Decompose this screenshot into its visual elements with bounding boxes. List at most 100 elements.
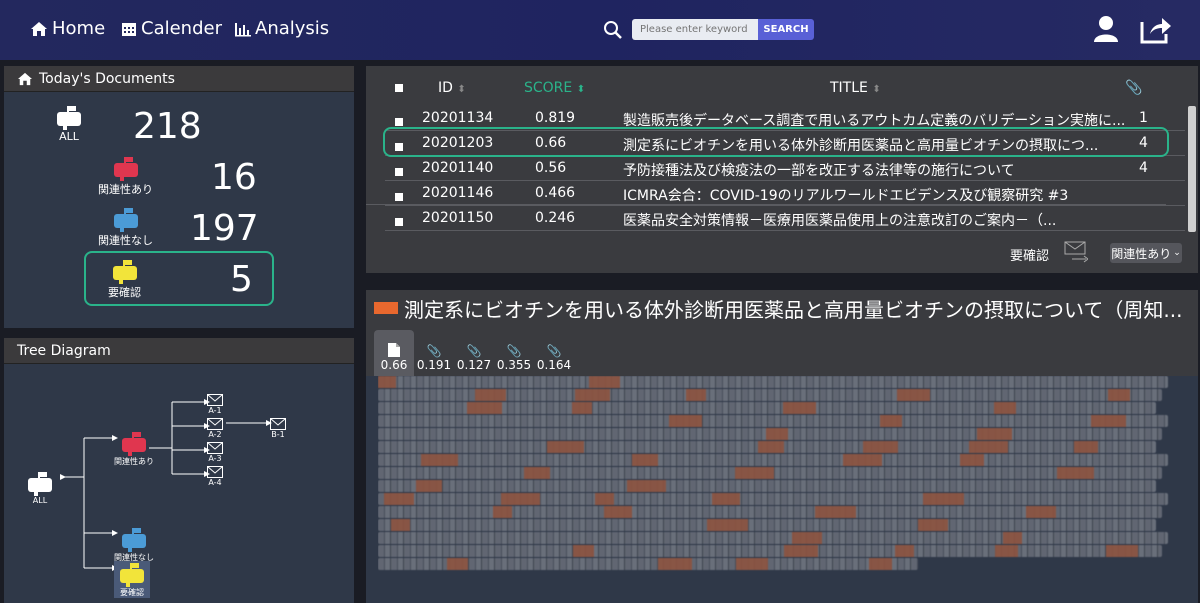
related-docs[interactable]: 関連性あり [98, 155, 153, 197]
cell-score: 0.819 [535, 110, 576, 126]
tab-attachment-1[interactable]: 📎 0.191 [414, 330, 454, 376]
nav-home-label: Home [52, 18, 106, 39]
cell-title: 医薬品安全対策情報－医療用医薬品使用上の注意改訂のご案内－（... [623, 213, 1057, 229]
tree-node-a2[interactable]: A-2 [207, 418, 223, 439]
table-row[interactable]: 20201140 0.56 予防接種法及び検疫法の一部を改正する法律等の施行について… [385, 156, 1185, 181]
keyword-highlight [595, 493, 614, 505]
move-mail-icon[interactable] [1064, 240, 1088, 264]
tab-attachment-3[interactable]: 📎 0.355 [494, 330, 534, 376]
keyword-highlight [1091, 415, 1126, 427]
cell-id: 20201146 [422, 185, 494, 201]
tree-node-a3[interactable]: A-3 [207, 442, 223, 463]
check-docs[interactable]: 要確認 [108, 258, 141, 300]
tab-attachment-2[interactable]: 📎 0.127 [454, 330, 494, 376]
user-icon[interactable] [1092, 14, 1120, 44]
blurred-text-line [378, 428, 1162, 440]
table-row[interactable]: 20201146 0.466 ICMRA会合：COVID-19のリアルワールドエビデ… [385, 181, 1185, 206]
tree-node-check[interactable]: 要確認 [114, 561, 150, 598]
keyword-highlight [573, 545, 594, 557]
keyword-highlight [1026, 506, 1056, 518]
all-count: 218 [133, 106, 202, 147]
blurred-text-line [378, 532, 1168, 544]
col-attachments[interactable]: 📎 [1125, 80, 1142, 96]
keyword-highlight [897, 389, 930, 401]
select-all-checkbox[interactable] [395, 80, 403, 96]
tab-main-doc[interactable]: 0.66 [374, 330, 414, 376]
detail-title: 測定系にビオチンを用いる体外診断用医薬品と高用量ビオチンの摂取について（周知..… [404, 298, 1183, 322]
cell-attachments: 1 [1139, 110, 1148, 126]
status-select-value: 関連性あり [1111, 246, 1172, 261]
document-body-blurred [378, 376, 1178, 576]
tree-node-a4[interactable]: A-4 [207, 466, 223, 487]
keyword-highlight [421, 454, 458, 466]
mail-icon [270, 418, 286, 430]
related-count: 16 [211, 157, 257, 198]
sort-icon: ⬍ [872, 84, 881, 95]
keyword-highlight [918, 519, 948, 531]
mailbox-icon [113, 157, 138, 181]
keyword-highlight [575, 389, 610, 401]
mailbox-icon [122, 432, 146, 456]
tree-diagram-lines [60, 399, 272, 571]
col-score[interactable]: SCORE ⬍ [524, 80, 585, 96]
cell-id: 20201134 [422, 110, 494, 126]
keyword-highlight [1057, 467, 1094, 479]
nav-analysis[interactable]: Analysis [234, 18, 329, 39]
nav-home[interactable]: Home [30, 18, 105, 39]
tree-node-a1[interactable]: A-1 [207, 394, 223, 415]
tree-node-all[interactable]: ALL [24, 470, 56, 505]
search-input[interactable] [632, 19, 758, 40]
blurred-text-line [378, 389, 1162, 401]
keyword-highlight [960, 454, 984, 466]
cell-score: 0.246 [535, 210, 576, 226]
col-title[interactable]: TITLE ⬍ [830, 80, 881, 96]
blurred-text-line [378, 480, 1156, 492]
cell-title: ICMRA会合：COVID-19のリアルワールドエビデンス及び観察研究 #3 [623, 188, 1069, 204]
keyword-highlight [995, 545, 1018, 557]
search-icon[interactable] [603, 20, 623, 40]
col-id[interactable]: ID ⬍ [438, 80, 466, 96]
mail-icon [207, 418, 223, 430]
home-icon [31, 21, 47, 36]
keyword-highlight [1003, 532, 1022, 544]
bar-chart-icon [235, 22, 251, 36]
keyword-highlight [475, 389, 506, 401]
attachment-tabs: 0.66 📎 0.191 📎 0.127 📎 0.355 📎 0.164 [366, 330, 1198, 376]
keyword-highlight [1106, 545, 1138, 557]
keyword-highlight [869, 558, 892, 570]
keyword-highlight [766, 428, 788, 440]
blurred-text-line [378, 454, 1168, 466]
keyword-highlight [758, 441, 784, 453]
tab-score: 0.191 [416, 358, 452, 372]
sort-desc-icon: ⬍ [576, 84, 586, 95]
keyword-highlight [880, 415, 902, 427]
tree-node-unrelated[interactable]: 関連性なし [114, 526, 154, 563]
tab-score: 0.66 [380, 358, 408, 372]
keyword-highlight [416, 480, 442, 492]
tree-label: 関連性あり [114, 457, 154, 466]
keyword-highlight [686, 389, 706, 401]
search-button[interactable]: SEARCH [758, 19, 814, 40]
all-label: ALL [59, 130, 79, 143]
nav-calendar[interactable]: Calender [121, 18, 222, 39]
keyword-highlight [493, 506, 512, 518]
tree-node-related[interactable]: 関連性あり [114, 430, 154, 467]
status-select[interactable]: 関連性あり ⌄ [1110, 243, 1182, 263]
keyword-highlight [669, 415, 702, 427]
scrollbar[interactable] [1188, 106, 1196, 232]
table-row[interactable]: 20201150 0.246 医薬品安全対策情報－医療用医薬品使用上の注意改訂のご案… [385, 206, 1185, 231]
export-icon[interactable] [1140, 14, 1172, 44]
keyword-highlight [736, 558, 768, 570]
unrelated-docs[interactable]: 関連性なし [98, 206, 153, 248]
tree-node-b1[interactable]: B-1 [270, 418, 286, 439]
keyword-highlight [815, 506, 856, 518]
blurred-text-line [378, 376, 1168, 388]
tab-attachment-4[interactable]: 📎 0.164 [534, 330, 574, 376]
keyword-highlight [977, 428, 1012, 440]
tab-score: 0.355 [496, 358, 532, 372]
keyword-highlight [627, 480, 666, 492]
paperclip-icon: 📎 [426, 344, 442, 358]
check-label: 要確認 [108, 286, 141, 299]
blurred-text-line [378, 558, 918, 570]
all-docs[interactable]: ALL [54, 104, 84, 143]
